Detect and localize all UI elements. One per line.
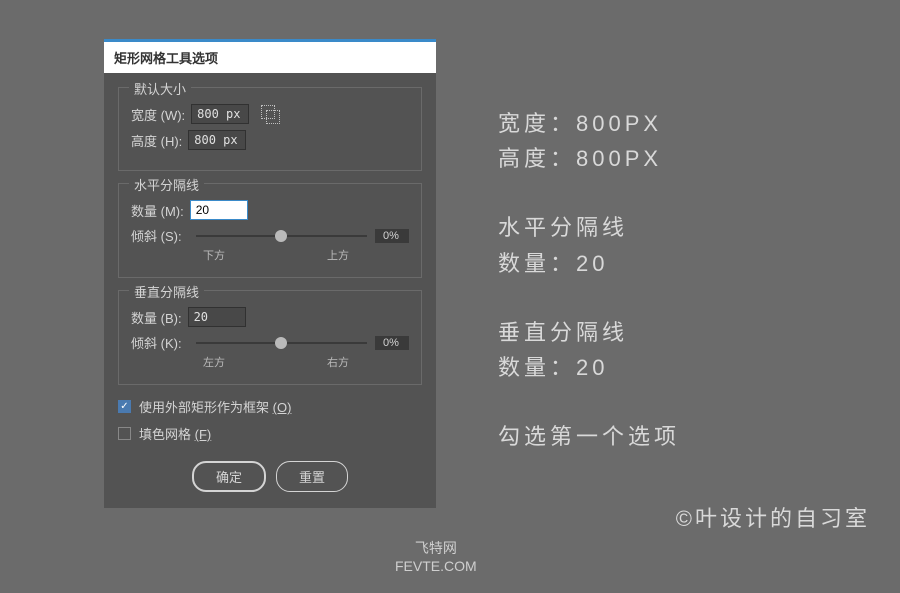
h-skew-labels: 下方 上方 xyxy=(131,245,409,263)
vertical-title: 垂直分隔线 xyxy=(129,282,204,301)
height-label: 高度 (H): xyxy=(131,131,182,150)
fill-grid-checkbox[interactable] xyxy=(118,427,131,440)
fill-grid-label: 填色网格 (F) xyxy=(139,424,211,443)
ann-h-title: 水平分隔线 xyxy=(498,210,680,245)
v-count-label: 数量 (B): xyxy=(131,308,182,327)
ok-button[interactable]: 确定 xyxy=(192,461,266,492)
height-input[interactable] xyxy=(188,130,246,150)
h-skew-row: 倾斜 (S): 0% xyxy=(131,226,409,245)
above-label: 上方 xyxy=(327,247,349,263)
h-count-label: 数量 (M): xyxy=(131,201,184,220)
credit: ©叶设计的自习室 xyxy=(676,501,870,533)
v-skew-labels: 左方 右方 xyxy=(131,352,409,370)
ann-height: 高度：800PX xyxy=(498,141,680,176)
horizontal-title: 水平分隔线 xyxy=(129,175,204,194)
default-size-group: 默认大小 宽度 (W): 高度 (H): xyxy=(118,87,422,171)
watermark: 飞特网 FEVTE.COM xyxy=(395,539,477,575)
ann-width: 宽度：800PX xyxy=(498,106,680,141)
watermark-en: FEVTE.COM xyxy=(395,557,477,575)
use-frame-label: 使用外部矩形作为框架 (O) xyxy=(139,397,291,416)
v-skew-value: 0% xyxy=(375,336,409,350)
slider-thumb[interactable] xyxy=(275,230,287,242)
h-skew-value: 0% xyxy=(375,229,409,243)
h-skew-slider[interactable] xyxy=(196,235,367,237)
ann-h-count: 数量：20 xyxy=(498,246,680,281)
h-skew-label: 倾斜 (S): xyxy=(131,226,182,245)
ann-check-note: 勾选第一个选项 xyxy=(498,419,680,454)
width-label: 宽度 (W): xyxy=(131,105,185,124)
width-row: 宽度 (W): xyxy=(131,104,409,124)
vertical-divider-group: 垂直分隔线 数量 (B): 倾斜 (K): 0% 左方 右方 xyxy=(118,290,422,385)
annotations: 宽度：800PX 高度：800PX 水平分隔线 数量：20 垂直分隔线 数量：2… xyxy=(498,106,680,454)
dialog-body: 默认大小 宽度 (W): 高度 (H): 水平分隔线 数量 (M): 倾斜 (S… xyxy=(104,73,436,508)
right-label: 右方 xyxy=(327,354,349,370)
v-skew-row: 倾斜 (K): 0% xyxy=(131,333,409,352)
use-frame-checkbox[interactable]: ✓ xyxy=(118,400,131,413)
slider-thumb[interactable] xyxy=(275,337,287,349)
below-label: 下方 xyxy=(203,247,225,263)
h-count-input[interactable] xyxy=(190,200,248,220)
default-size-title: 默认大小 xyxy=(129,79,191,98)
watermark-cn: 飞特网 xyxy=(395,539,477,557)
height-row: 高度 (H): xyxy=(131,130,409,150)
horizontal-divider-group: 水平分隔线 数量 (M): 倾斜 (S): 0% 下方 上方 xyxy=(118,183,422,278)
constrain-icon[interactable] xyxy=(261,105,279,123)
ann-v-title: 垂直分隔线 xyxy=(498,315,680,350)
v-count-row: 数量 (B): xyxy=(131,307,409,327)
v-skew-slider[interactable] xyxy=(196,342,367,344)
v-skew-label: 倾斜 (K): xyxy=(131,333,182,352)
width-input[interactable] xyxy=(191,104,249,124)
h-count-row: 数量 (M): xyxy=(131,200,409,220)
ann-v-count: 数量：20 xyxy=(498,350,680,385)
left-label: 左方 xyxy=(203,354,225,370)
use-frame-row[interactable]: ✓ 使用外部矩形作为框架 (O) xyxy=(118,397,422,416)
grid-tool-dialog: 矩形网格工具选项 默认大小 宽度 (W): 高度 (H): 水平分隔线 数量 (… xyxy=(104,39,436,508)
button-row: 确定 重置 xyxy=(118,461,422,492)
reset-button[interactable]: 重置 xyxy=(276,461,348,492)
v-count-input[interactable] xyxy=(188,307,246,327)
dialog-title: 矩形网格工具选项 xyxy=(104,42,436,73)
fill-grid-row[interactable]: 填色网格 (F) xyxy=(118,424,422,443)
